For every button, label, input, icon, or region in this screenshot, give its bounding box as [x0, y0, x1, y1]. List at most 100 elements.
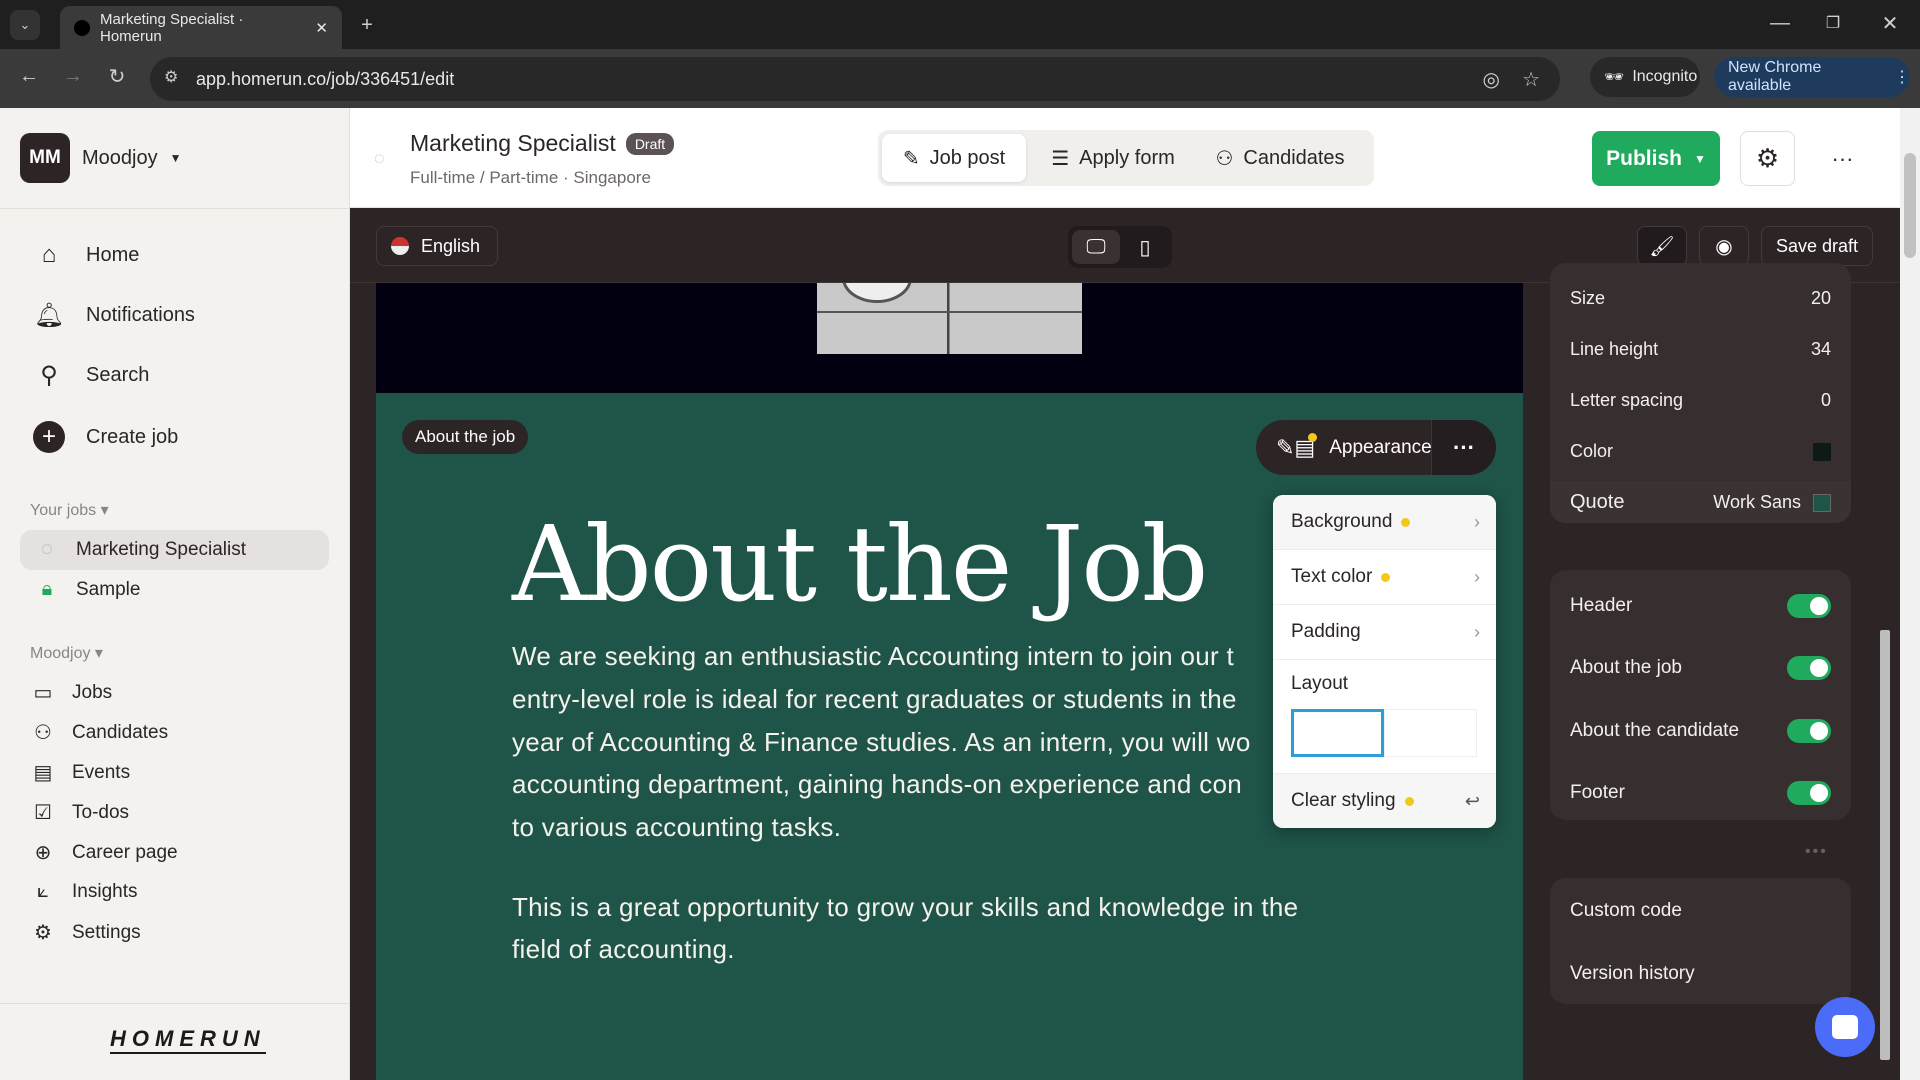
scrollbar-thumb[interactable] [1904, 153, 1916, 258]
us-flag-icon [391, 237, 409, 255]
org-section-toggle[interactable]: Moodjoy ▾ [30, 643, 103, 663]
toggle-switch[interactable] [1787, 719, 1831, 743]
style-panel-content: Size 20 Line height 34 Letter spacing 0 Col… [1523, 263, 1900, 1080]
forward-icon[interactable]: → [58, 61, 88, 91]
sidebar-item-label: Search [86, 364, 150, 386]
publish-button[interactable]: Publish ▼ [1592, 131, 1720, 186]
desktop-view-button[interactable]: 🖵 [1072, 230, 1120, 264]
section-label: Moodjoy [30, 645, 91, 662]
sidebar-item-jobs[interactable]: ▭ Jobs [30, 680, 113, 705]
row-label: Letter spacing [1570, 390, 1684, 410]
language-label: English [421, 235, 481, 256]
menu-item-background[interactable]: Background › [1273, 495, 1496, 550]
custom-code-row[interactable]: Custom code [1570, 900, 1831, 922]
new-tab-icon[interactable]: + [352, 10, 382, 40]
tab-apply-form[interactable]: ☰ Apply form [1038, 134, 1188, 182]
chat-support-button[interactable] [1815, 997, 1875, 1057]
ellipsis-icon: ··· [1453, 434, 1475, 460]
job-title: Marketing Specialist [410, 130, 616, 156]
menu-item-text-color[interactable]: Text color › [1273, 550, 1496, 605]
job-header: ◌ Marketing Specialist Draft Full-time /… [350, 108, 1900, 208]
size-row[interactable]: Size 20 [1570, 288, 1831, 309]
section-toggle-about-candidate[interactable]: About the candidate [1570, 719, 1831, 743]
appearance-button[interactable]: ✎▤ Appearance [1256, 420, 1432, 475]
toggle-switch[interactable] [1787, 594, 1831, 618]
save-draft-label: Save draft [1775, 235, 1859, 256]
menu-item-clear-styling[interactable]: Clear styling ↩ [1273, 773, 1496, 828]
color-swatch[interactable] [1813, 493, 1831, 512]
minimize-icon[interactable]: — [1765, 8, 1795, 38]
header-image [817, 283, 1082, 354]
restore-icon[interactable]: ❐ [1818, 8, 1848, 38]
quote-row[interactable]: Quote Work Sans [1570, 491, 1831, 514]
language-select[interactable]: English [376, 226, 498, 266]
scrollbar-thumb[interactable] [1880, 630, 1890, 1060]
job-subtitle: Full-time / Part-time · Singapore [410, 168, 651, 187]
sidebar-item-label: Home [86, 243, 140, 266]
back-icon[interactable]: ← [14, 61, 44, 91]
toggle-switch[interactable] [1787, 781, 1831, 805]
job-item-sample[interactable]: 🔒︎ Sample [34, 578, 141, 601]
sidebar-item-candidates[interactable]: ⚇ Candidates [30, 720, 168, 745]
header-image-section[interactable] [376, 283, 1523, 393]
star-icon[interactable]: ☆ [1522, 67, 1540, 92]
more-options-button[interactable]: ··· [1815, 131, 1870, 186]
view-tabs: ✎ Job post ☰ Apply form ⚇ Candidates [878, 130, 1374, 186]
close-window-icon[interactable]: ✕ [1875, 8, 1905, 38]
sidebar-item-career-page[interactable]: ⊕ Career page [30, 840, 178, 865]
toggle-switch[interactable] [1787, 656, 1831, 680]
line-height-row[interactable]: Line height 34 [1570, 339, 1831, 360]
tab-list-icon[interactable]: ⌄ [10, 10, 40, 40]
tab-job-post[interactable]: ✎ Job post [882, 134, 1026, 182]
gear-icon: ⚙ [1755, 143, 1780, 173]
sidebar-item-insights[interactable]: ⟀ Insights [30, 880, 137, 903]
letter-spacing-row[interactable]: Letter spacing 0 [1570, 390, 1831, 411]
sidebar-item-home[interactable]: ⌂ Home [32, 241, 140, 269]
sidebar-item-settings[interactable]: ⚙ Settings [30, 920, 141, 945]
eye-off-icon[interactable]: ◎ [1483, 67, 1500, 92]
tab-candidates[interactable]: ⚇ Candidates [1200, 134, 1360, 182]
page-scrollbar[interactable] [1900, 108, 1920, 1080]
site-info-icon[interactable]: ⚙ [164, 67, 178, 87]
your-jobs-toggle[interactable]: Your jobs ▾ [30, 500, 109, 520]
row-label: Color [1570, 441, 1614, 461]
panel-scrollbar[interactable] [1878, 290, 1892, 1075]
version-history-row[interactable]: Version history [1570, 963, 1831, 985]
row-value: 20 [1810, 288, 1831, 308]
sidebar-item-label: Insights [72, 880, 138, 902]
calendar-icon: ▤ [33, 762, 53, 784]
section-toggle-footer[interactable]: Footer [1570, 781, 1831, 805]
incognito-indicator[interactable]: 🕶 Incognito [1590, 57, 1700, 97]
section-heading[interactable]: About the Job [512, 503, 1208, 625]
section-more-button[interactable]: ··· [1431, 420, 1496, 475]
sidebar-item-label: Create job [86, 425, 179, 448]
preview-button[interactable]: ◉ [1699, 226, 1749, 266]
chrome-update-button[interactable]: New Chrome available ⋮ [1714, 57, 1910, 97]
org-switcher[interactable]: MM Moodjoy ▼ [20, 133, 182, 183]
close-tab-icon[interactable]: ✕ [315, 19, 328, 37]
browser-tab[interactable]: Marketing Specialist · Homerun ✕ [60, 6, 342, 49]
menu-item-padding[interactable]: Padding › [1273, 605, 1496, 660]
url-bar[interactable]: ⚙ app.homerun.co/job/336451/edit ◎ ☆ [150, 57, 1560, 101]
paragraph-line: entry-level role is ideal for recent gra… [512, 684, 1237, 714]
layout-option-2[interactable] [1384, 709, 1477, 757]
job-item-marketing-specialist[interactable]: ◌ Marketing Specialist [34, 538, 246, 561]
chrome-update-label: New Chrome available [1728, 59, 1822, 94]
color-swatch[interactable] [1813, 442, 1831, 461]
more-sections-icon[interactable]: ••• [1805, 843, 1828, 861]
section-toggle-about-job[interactable]: About the job [1570, 656, 1831, 680]
sidebar-item-events[interactable]: ▤ Events [30, 760, 131, 785]
reload-icon[interactable]: ↻ [102, 61, 132, 91]
save-draft-button[interactable]: Save draft [1761, 226, 1873, 266]
sidebar-item-notifications[interactable]: 🔔︎ Notifications [32, 301, 195, 330]
sidebar-item-create-job[interactable]: + Create job [32, 421, 178, 453]
row-label: Version history [1570, 963, 1695, 984]
section-toggle-header[interactable]: Header [1570, 594, 1831, 618]
sidebar-item-todos[interactable]: ☑ To-dos [30, 800, 129, 825]
mobile-view-button[interactable]: ▯ [1122, 230, 1168, 264]
settings-button[interactable]: ⚙ [1740, 131, 1795, 186]
style-button[interactable]: 🖌︎ [1637, 226, 1687, 266]
color-row[interactable]: Color [1570, 441, 1831, 462]
layout-option-1[interactable] [1291, 709, 1384, 757]
sidebar-item-search[interactable]: ⚲ Search [32, 361, 149, 390]
